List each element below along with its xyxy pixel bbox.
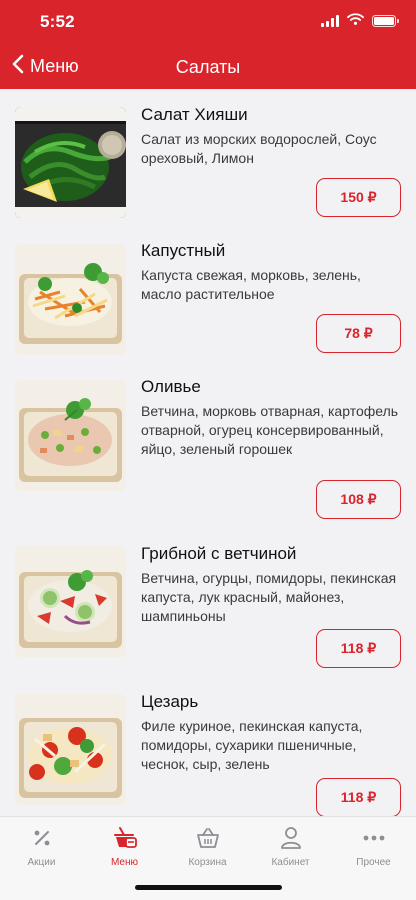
tab-account[interactable]: Кабинет [249,825,332,875]
home-indicator [135,885,282,890]
item-description: Филе куриное, пекинская капуста, помидор… [141,718,363,772]
wifi-icon [347,12,364,30]
navigation-header: 5:52 Меню Салаты [0,0,416,89]
tab-label: Прочее [356,857,391,868]
percent-icon [0,825,83,851]
tab-label: Кабинет [271,857,310,868]
tab-label: Меню [110,857,139,868]
tab-promotions[interactable]: Акции [0,825,83,875]
person-icon [249,825,332,851]
tab-menu[interactable]: Меню [83,825,166,875]
item-description: Ветчина, морковь отварная, картофель отв… [141,403,399,457]
item-name: Грибной с ветчиной [141,544,297,563]
item-name: Цезарь [141,692,199,711]
basket-icon [166,825,249,851]
item-description: Ветчина, огурцы, помидоры, пекинская кап… [141,570,397,624]
price-button[interactable]: 118 ₽ [316,629,401,668]
dish-photo [15,244,126,355]
battery-icon [372,15,399,27]
dish-photo [15,546,126,657]
item-name: Салат Хияши [141,105,248,124]
tab-more[interactable]: Прочее [332,825,415,875]
dish-photo [15,694,126,805]
more-dots-icon [332,825,415,851]
item-name: Капустный [141,241,226,260]
price-button[interactable]: 78 ₽ [316,314,401,353]
tab-label: Корзина [188,857,227,868]
tab-label: Акции [27,857,56,868]
status-time: 5:52 [40,12,75,31]
item-description: Салат из морских водорослей, Соус орехов… [141,131,377,166]
dish-photo [15,380,126,491]
item-description: Капуста свежая, морковь, зелень, масло р… [141,267,361,302]
salad-list[interactable]: Салат Хияши Салат из морских водорослей,… [0,89,416,816]
price-button[interactable]: 108 ₽ [316,480,401,519]
cellular-signal-icon [321,15,339,27]
item-name: Оливье [141,377,201,396]
price-button[interactable]: 150 ₽ [316,178,401,217]
status-icons [321,12,399,30]
price-button[interactable]: 118 ₽ [316,778,401,816]
page-title: Салаты [175,57,241,77]
tab-cart[interactable]: Корзина [166,825,249,875]
dish-photo [15,107,126,218]
menu-dish-icon [83,825,166,851]
